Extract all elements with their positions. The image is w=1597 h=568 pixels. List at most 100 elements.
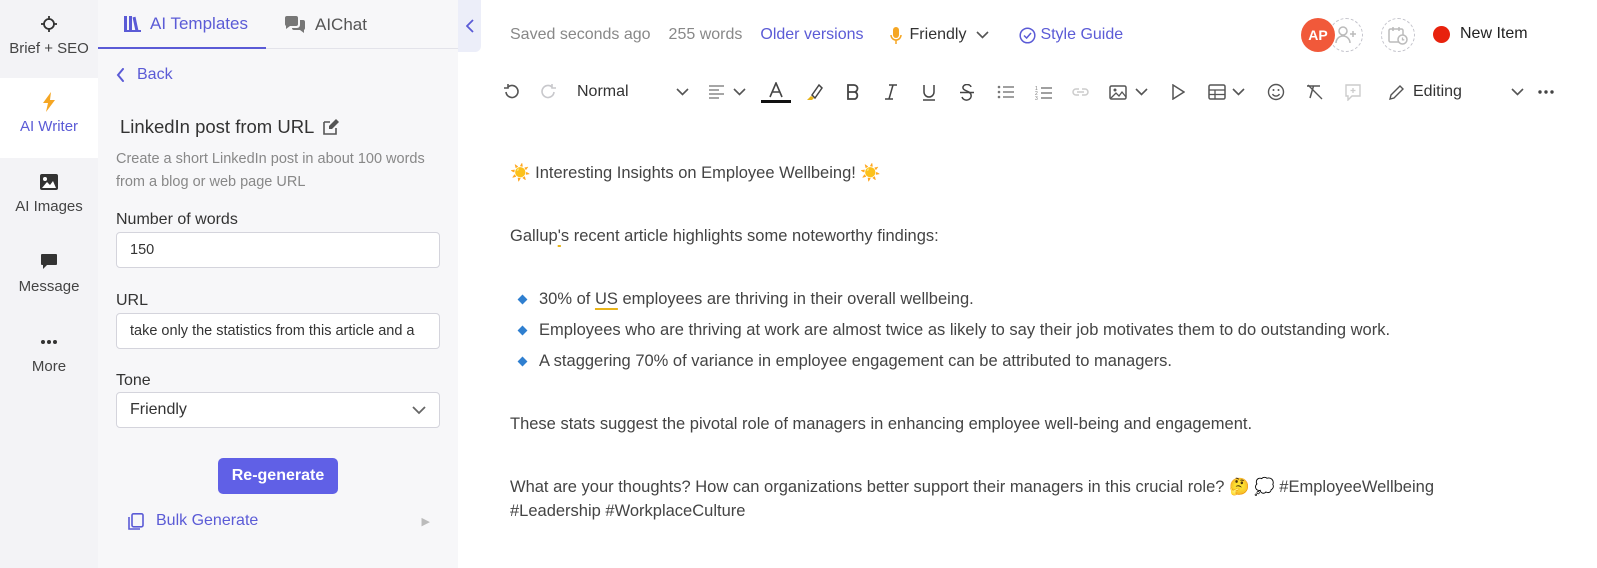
- item-status[interactable]: New Item: [1433, 25, 1528, 43]
- ellipsis-icon: [40, 330, 58, 354]
- template-description: Create a short LinkedIn post in about 10…: [116, 151, 425, 190]
- list-text: employees are thriving in their overall …: [617, 290, 974, 308]
- style-guide-link[interactable]: Style Guide: [1019, 26, 1123, 44]
- edit-icon[interactable]: [322, 118, 340, 136]
- more-options-button[interactable]: [1535, 80, 1557, 104]
- rail-item-brief-seo[interactable]: Brief + SEO: [0, 0, 98, 80]
- bulk-generate-label: Bulk Generate: [156, 512, 259, 529]
- editing-mode-value: Editing: [1413, 83, 1462, 100]
- template-title-text: LinkedIn post from URL: [120, 116, 315, 137]
- redo-icon: [541, 84, 556, 99]
- strikethrough-button[interactable]: [956, 80, 978, 104]
- comment-button[interactable]: [1342, 80, 1364, 104]
- tab-label: AI Templates: [150, 13, 248, 33]
- paragraph-style-select[interactable]: Normal: [577, 80, 689, 104]
- highlight-button[interactable]: [803, 80, 827, 104]
- emoji-button[interactable]: [1265, 80, 1287, 104]
- library-icon: [124, 15, 141, 32]
- chevron-down-icon: [732, 88, 746, 96]
- flagged-word[interactable]: US: [595, 290, 618, 308]
- underline-button[interactable]: [918, 80, 940, 104]
- url-label: URL: [116, 292, 149, 309]
- rail-item-ai-images[interactable]: AI Images: [0, 158, 98, 238]
- diamond-bullet-icon: [517, 356, 528, 367]
- tone-dropdown[interactable]: Friendly: [889, 26, 990, 44]
- style-guide-label: Style Guide: [1040, 26, 1124, 43]
- list-item: A staggering 70% of variance in employee…: [510, 352, 1172, 371]
- bulk-generate-link[interactable]: Bulk Generate ▶: [128, 512, 430, 530]
- tab-label: AIChat: [315, 14, 367, 34]
- insert-table-button[interactable]: [1205, 80, 1247, 104]
- schedule-button[interactable]: [1381, 18, 1415, 52]
- rail-item-message[interactable]: Message: [0, 238, 98, 318]
- older-versions-link[interactable]: Older versions: [760, 26, 863, 44]
- calendar-clock-icon: [1388, 26, 1408, 45]
- align-left-icon: [708, 85, 724, 99]
- intro-part: s recent article highlights some notewor…: [560, 227, 939, 245]
- insert-video-button[interactable]: [1167, 80, 1189, 104]
- editing-mode-select[interactable]: Editing: [1388, 80, 1524, 104]
- underline-icon: [923, 84, 935, 101]
- strikethrough-icon: [960, 83, 974, 101]
- template-title: LinkedIn post from URL: [120, 116, 340, 138]
- url-input[interactable]: take only the statistics from this artic…: [116, 313, 440, 349]
- check-circle-icon: [1019, 26, 1036, 44]
- nav-rail: Brief + SEO AI Writer AI Images Message …: [0, 0, 98, 568]
- list-item: 30% of US employees are thriving in thei…: [510, 290, 974, 309]
- bold-button[interactable]: [842, 80, 864, 104]
- bullet-list-button[interactable]: [994, 80, 1016, 104]
- question-paragraph-line: #Leadership #WorkplaceCulture: [510, 502, 746, 520]
- tone-select[interactable]: Friendly: [116, 392, 440, 428]
- status-label: New Item: [1460, 25, 1528, 42]
- tab-ai-templates[interactable]: AI Templates: [98, 0, 266, 49]
- italic-icon: [885, 84, 897, 100]
- paragraph-style-value: Normal: [577, 83, 629, 100]
- rail-item-ai-writer[interactable]: AI Writer: [0, 78, 98, 158]
- clear-formatting-button[interactable]: [1303, 80, 1325, 104]
- undo-button[interactable]: [500, 80, 522, 104]
- link-button[interactable]: [1069, 80, 1091, 104]
- bullet-list-icon: [997, 85, 1014, 99]
- highlighter-icon: [807, 83, 823, 100]
- insert-image-button[interactable]: [1107, 80, 1149, 104]
- chevron-left-icon: [465, 19, 474, 33]
- chevron-down-icon: [1511, 88, 1524, 96]
- link-icon: [1071, 88, 1089, 96]
- chat-icon: [284, 16, 306, 33]
- list-item: Employees who are thriving at work are a…: [510, 321, 1390, 340]
- chevron-down-icon: [1134, 88, 1148, 96]
- rail-label: AI Writer: [19, 118, 79, 135]
- post-heading: ☀️ Interesting Insights on Employee Well…: [510, 164, 881, 182]
- rail-label: More: [31, 358, 67, 375]
- word-count: 255 words: [668, 26, 743, 43]
- rail-item-more[interactable]: More: [0, 318, 98, 398]
- words-input[interactable]: 150: [116, 232, 440, 268]
- emoji-icon: [1267, 83, 1285, 101]
- pencil-icon: [1389, 84, 1404, 100]
- words-label: Number of words: [116, 211, 238, 228]
- crosshair-icon: [40, 12, 58, 36]
- italic-button[interactable]: [880, 80, 902, 104]
- avatar[interactable]: AP: [1301, 18, 1335, 52]
- chevron-left-icon: [116, 68, 124, 82]
- rail-label: Brief + SEO: [9, 40, 89, 57]
- redo-button[interactable]: [538, 80, 560, 104]
- regenerate-button[interactable]: Re-generate: [218, 458, 338, 494]
- panel-tabs: AI Templates AIChat: [98, 0, 458, 49]
- tone-dropdown-value: Friendly: [909, 26, 967, 43]
- diamond-bullet-icon: [517, 325, 528, 336]
- image-icon: [1108, 84, 1127, 100]
- text-color-button[interactable]: [761, 80, 791, 104]
- add-comment-icon: [1345, 83, 1361, 101]
- chat-bubble-icon: [40, 250, 58, 274]
- svg-text:3: 3: [1035, 96, 1038, 100]
- back-link[interactable]: Back: [116, 66, 173, 84]
- bold-icon: [847, 84, 859, 100]
- lightning-icon: [42, 90, 56, 114]
- tab-aichat[interactable]: AIChat: [266, 0, 367, 49]
- undo-icon: [504, 84, 519, 99]
- question-paragraph-line: What are your thoughts? How can organiza…: [510, 478, 1434, 496]
- align-button[interactable]: [706, 80, 748, 104]
- numbered-list-button[interactable]: 123: [1032, 80, 1054, 104]
- collapse-panel-button[interactable]: [458, 0, 481, 52]
